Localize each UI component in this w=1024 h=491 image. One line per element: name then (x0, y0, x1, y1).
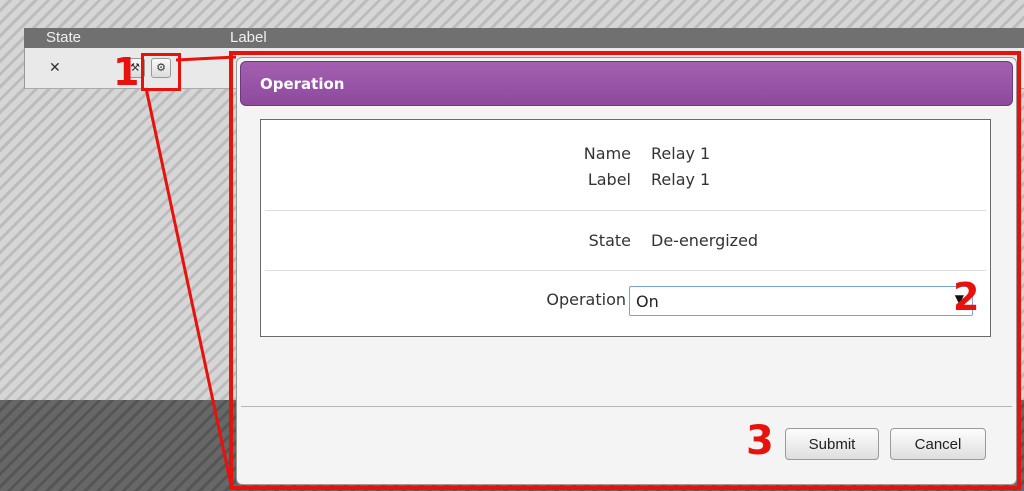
dialog-title: Operation (260, 75, 345, 93)
column-header-state: State (46, 29, 82, 46)
details-panel: Name Relay 1 Label Relay 1 State De-ener… (260, 119, 991, 337)
annotation-step-2: 2 (953, 275, 980, 319)
operation-select[interactable]: On ▼ (629, 286, 973, 316)
submit-button[interactable]: Submit (785, 428, 879, 460)
table-header: State Label (24, 28, 1024, 48)
operation-label: Operation (546, 290, 626, 309)
label-value: Relay 1 (651, 170, 711, 189)
annotation-step-3: 3 (746, 418, 774, 464)
operation-dialog: Operation Name Relay 1 Label Relay 1 Sta… (236, 57, 1017, 485)
identity-section: Name Relay 1 Label Relay 1 (265, 124, 986, 211)
state-section: State De-energized (265, 211, 986, 271)
annotation-highlight-gear (141, 53, 181, 91)
cancel-button[interactable]: Cancel (890, 428, 986, 460)
column-header-label: Label (230, 29, 267, 46)
dialog-titlebar: Operation (240, 61, 1013, 106)
name-value: Relay 1 (651, 144, 711, 163)
state-value: De-energized (651, 231, 759, 250)
operation-section: Operation On ▼ (265, 271, 986, 329)
operation-select-value: On (636, 292, 659, 311)
footer-divider (241, 406, 1012, 407)
label-label: Label (587, 170, 631, 189)
name-label: Name (583, 144, 631, 163)
state-off-icon: ✕ (49, 60, 61, 76)
annotation-step-1: 1 (113, 50, 140, 94)
state-label: State (588, 231, 631, 250)
